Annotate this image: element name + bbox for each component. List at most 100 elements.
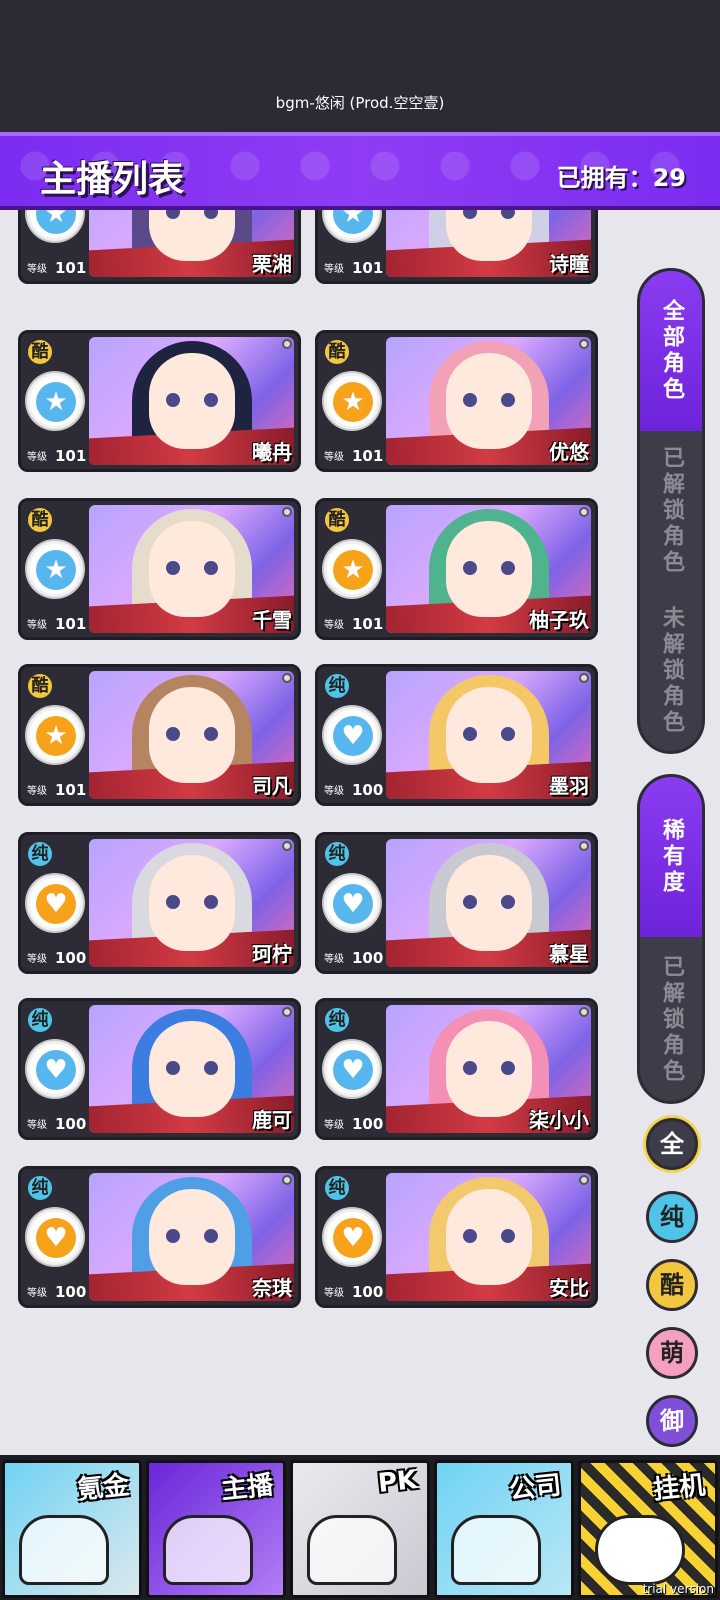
streamer-name: 栗湘 — [252, 252, 292, 276]
page-title: 主播列表 — [40, 159, 185, 200]
streamer-card[interactable]: 酷 ★ 等级 101 曦冉 — [18, 330, 301, 472]
nav-pk-label: PK — [376, 1465, 419, 1499]
nav-pk-button[interactable]: PK — [290, 1460, 430, 1598]
attribute-badge: 纯 — [25, 1173, 55, 1203]
star-rank-icon: ★ — [324, 373, 380, 429]
level-value: 100 — [55, 1283, 87, 1301]
heart-rank-icon: ♥ — [27, 1041, 83, 1097]
star-rank-icon: ★ — [27, 707, 83, 763]
rarity-cute-button[interactable]: 萌 — [646, 1327, 698, 1379]
level-value: 101 — [352, 259, 384, 277]
face-shape — [445, 210, 532, 261]
trial-watermark: trial version — [642, 1582, 714, 1596]
nav-company-label: 公司 — [507, 1470, 563, 1506]
star-rank-icon: ★ — [27, 373, 83, 429]
streamer-card[interactable]: 纯 ♥ 等级 100 鹿可 — [18, 998, 301, 1140]
heart-rank-icon: ♥ — [324, 1041, 380, 1097]
status-dot — [579, 507, 589, 517]
header-bar: 主播列表 已拥有：29 — [0, 132, 720, 210]
level-value: 101 — [55, 259, 87, 277]
building-icon — [451, 1515, 541, 1585]
attribute-badge: 纯 — [25, 839, 55, 869]
streamer-name: 柚子玖 — [529, 608, 589, 632]
level-value: 100 — [352, 949, 384, 967]
attribute-badge: 酷 — [322, 337, 352, 367]
heart-rank-icon: ♥ — [324, 707, 380, 763]
streamer-card[interactable]: 酷 ★ 等级 101 优悠 — [315, 330, 598, 472]
filter-locked-roles[interactable]: 未解锁角色 — [640, 591, 702, 751]
filter-rarity-unlocked[interactable]: 已解锁角色 — [640, 937, 702, 1101]
streamer-card[interactable]: 纯 ♥ 等级 100 奈琪 — [18, 1166, 301, 1308]
level-label: 等级 — [27, 1120, 47, 1131]
star-rank-icon: ★ — [27, 210, 83, 241]
level-label: 等级 — [324, 264, 344, 275]
level-value: 100 — [352, 1283, 384, 1301]
status-dot — [579, 339, 589, 349]
owned-count: 已拥有：29 — [556, 164, 686, 192]
status-dot — [579, 1175, 589, 1185]
level-value: 100 — [55, 949, 87, 967]
nav-streamer-button[interactable]: 主播 — [146, 1460, 286, 1598]
level-value: 101 — [55, 781, 87, 799]
status-dot — [282, 841, 292, 851]
rarity-pure-button[interactable]: 纯 — [646, 1191, 698, 1243]
streamer-card[interactable]: ★ 等级 101 诗瞳 — [315, 210, 598, 284]
streamer-card[interactable]: 纯 ♥ 等级 100 慕星 — [315, 832, 598, 974]
rarity-filter-panel: 稀有度 已解锁角色 — [637, 774, 705, 1104]
pk-battle-icon — [307, 1515, 397, 1585]
eyes-shape — [164, 561, 220, 575]
streamer-card[interactable]: 酷 ★ 等级 101 千雪 — [18, 498, 301, 640]
filter-unlocked-roles[interactable]: 已解锁角色 — [640, 431, 702, 591]
streamer-card[interactable]: ★ 等级 101 栗湘 — [18, 210, 301, 284]
level-value: 101 — [352, 447, 384, 465]
level-label: 等级 — [27, 264, 47, 275]
status-dot — [282, 507, 292, 517]
streamer-card[interactable]: 纯 ♥ 等级 100 墨羽 — [315, 664, 598, 806]
filter-rarity-unlocked-label: 已解锁角色 — [659, 955, 684, 1085]
level-label: 等级 — [27, 954, 47, 965]
status-dot — [282, 339, 292, 349]
filter-all-roles[interactable]: 全部角色 — [640, 271, 702, 431]
streamer-name: 柒小小 — [529, 1108, 589, 1132]
status-dot — [282, 673, 292, 683]
attribute-badge: 纯 — [322, 671, 352, 701]
heart-rank-icon: ♥ — [27, 1209, 83, 1265]
streamer-grid: ★ 等级 101 栗湘 ★ 等级 101 诗瞳 酷 ★ 等级 101 曦冉 酷 … — [0, 210, 620, 1455]
eyes-shape — [164, 210, 220, 219]
streamer-name: 安比 — [549, 1276, 589, 1300]
bgm-title: bgm-悠闲 (Prod.空空壹) — [275, 94, 445, 112]
piggy-bank-icon — [595, 1515, 685, 1585]
level-label: 等级 — [27, 452, 47, 463]
attribute-badge: 酷 — [25, 671, 55, 701]
filter-rarity[interactable]: 稀有度 — [640, 777, 702, 937]
eyes-shape — [164, 1229, 220, 1243]
eyes-shape — [461, 561, 517, 575]
status-dot — [579, 673, 589, 683]
nav-recharge-label: 氪金 — [75, 1470, 131, 1506]
level-value: 101 — [55, 615, 87, 633]
streamer-card[interactable]: 纯 ♥ 等级 100 柒小小 — [315, 998, 598, 1140]
level-value: 100 — [352, 781, 384, 799]
rarity-royal-button[interactable]: 御 — [646, 1395, 698, 1447]
streamer-name: 鹿可 — [252, 1108, 292, 1132]
nav-idle-button[interactable]: 挂机 — [578, 1460, 718, 1598]
level-value: 101 — [55, 447, 87, 465]
streamer-name: 曦冉 — [252, 440, 292, 464]
nav-company-button[interactable]: 公司 — [434, 1460, 574, 1598]
rarity-all-button[interactable]: 全 — [646, 1118, 698, 1170]
role-filter-panel: 全部角色 已解锁角色 未解锁角色 — [637, 268, 705, 754]
eyes-shape — [461, 210, 517, 219]
streamer-card[interactable]: 纯 ♥ 等级 100 安比 — [315, 1166, 598, 1308]
streamer-card[interactable]: 纯 ♥ 等级 100 珂柠 — [18, 832, 301, 974]
rarity-cool-button[interactable]: 酷 — [646, 1259, 698, 1311]
filter-rarity-label: 稀有度 — [659, 818, 684, 896]
level-value: 101 — [352, 615, 384, 633]
streamer-card[interactable]: 酷 ★ 等级 101 柚子玖 — [315, 498, 598, 640]
level-label: 等级 — [324, 620, 344, 631]
nav-recharge-button[interactable]: 氪金 — [2, 1460, 142, 1598]
status-dot — [579, 1007, 589, 1017]
streamer-card[interactable]: 酷 ★ 等级 101 司凡 — [18, 664, 301, 806]
streamer-name: 诗瞳 — [549, 252, 589, 276]
attribute-badge: 酷 — [25, 505, 55, 535]
eyes-shape — [164, 727, 220, 741]
